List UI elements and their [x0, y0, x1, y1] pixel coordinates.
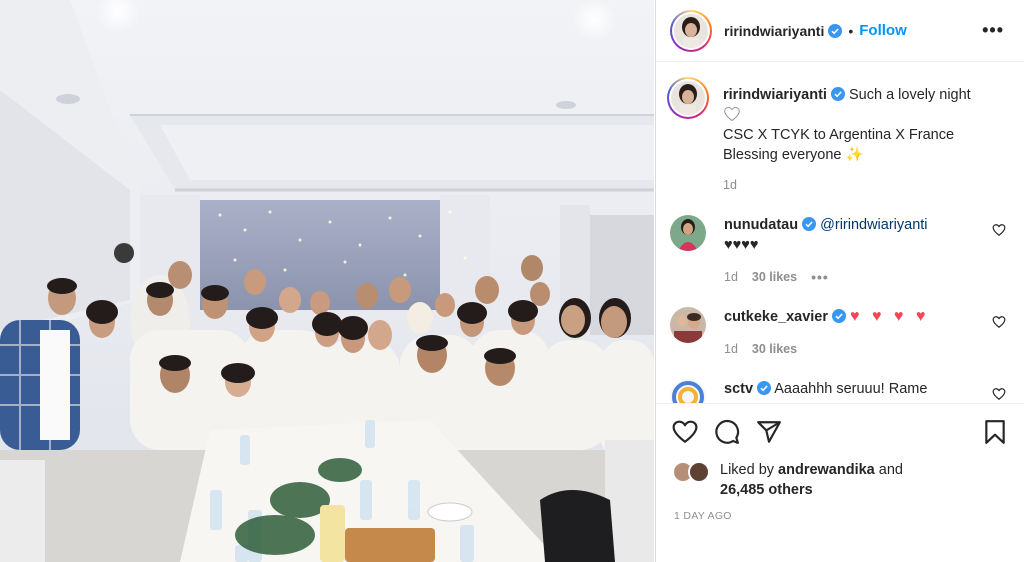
comment-like-heart-icon[interactable] [992, 315, 1006, 329]
verified-badge-icon [757, 381, 772, 395]
caption-avatar [671, 81, 705, 115]
group-photo-image [0, 0, 654, 562]
comment-like-heart-icon[interactable] [992, 223, 1006, 237]
verified-badge-icon [832, 309, 846, 323]
separator-dot: • [848, 22, 854, 39]
comment-more-icon[interactable]: ••• [811, 267, 829, 287]
comment-likes[interactable]: 30 likes [752, 339, 797, 359]
action-bar [656, 403, 1024, 459]
author-avatar [674, 13, 708, 48]
comment-username[interactable]: nunudatau [724, 217, 798, 233]
liked-by: Liked by andrewandika and 26,485 others [672, 460, 1008, 500]
heart-icon[interactable] [672, 419, 698, 445]
caption: ririndwiariyanti Such a lovely night CSC… [667, 77, 1010, 195]
liker-avatar [688, 461, 710, 483]
caption-avatar-ring[interactable] [667, 77, 709, 119]
comment-item: sctv Aaaahhh seruuu! Rame [670, 379, 1010, 403]
more-options-icon[interactable]: ••• [976, 20, 1010, 41]
liked-by-others[interactable]: 26,485 others [720, 482, 813, 498]
comment-mention[interactable]: @ririndwiariyanti [820, 217, 927, 233]
caption-line2: CSC X TCYK to Argentina X France [723, 127, 955, 143]
commenter-avatar[interactable] [670, 215, 706, 251]
comment-text: ♥ ♥ ♥ ♥ [850, 308, 930, 325]
comments-list[interactable]: ririndwiariyanti Such a lovely night CSC… [656, 63, 1024, 403]
share-icon[interactable] [756, 419, 782, 445]
comment-username[interactable]: cutkeke_xavier [724, 309, 828, 325]
caption-line3: Blessing everyone ✨ [723, 147, 864, 163]
comment-item: cutkeke_xavier ♥ ♥ ♥ ♥ 1d 30 likes [670, 307, 1010, 359]
comment-like-heart-icon[interactable] [992, 387, 1006, 401]
follow-button[interactable]: Follow [859, 22, 907, 39]
liked-by-user[interactable]: andrewandika [778, 462, 875, 478]
white-heart-emoji-icon [724, 106, 740, 122]
verified-badge-icon [802, 217, 817, 231]
comment-time[interactable]: 1d [724, 339, 738, 359]
author-username[interactable]: ririndwiariyanti [724, 23, 824, 39]
liked-by-suffix: and [874, 462, 903, 478]
post-photo[interactable] [0, 0, 654, 562]
comment-likes[interactable]: 30 likes [752, 267, 797, 287]
post-date[interactable]: 1 DAY AGO [674, 510, 732, 522]
caption-time[interactable]: 1d [723, 175, 737, 195]
liked-by-prefix: Liked by [720, 462, 779, 478]
caption-line1: Such a lovely night [848, 87, 971, 103]
comment-icon[interactable] [714, 419, 740, 445]
post-side-panel: ririndwiariyanti • Follow ••• ririndwiar… [655, 0, 1024, 562]
likers-avatars[interactable] [672, 461, 712, 485]
verified-badge-icon [828, 23, 843, 38]
post-header: ririndwiariyanti • Follow ••• [656, 0, 1024, 62]
comment-time[interactable]: 1d [724, 267, 738, 287]
caption-username[interactable]: ririndwiariyanti [723, 87, 827, 103]
comment-username[interactable]: sctv [724, 381, 753, 397]
comment-text: ♥♥♥♥ [724, 237, 759, 253]
comment-item: nunudatau @ririndwiariyanti ♥♥♥♥ 1d 30 l… [670, 215, 1010, 287]
commenter-avatar[interactable] [670, 379, 706, 403]
comment-text: Aaaahhh seruuu! Rame [774, 381, 928, 397]
verified-badge-icon [830, 87, 845, 101]
commenter-avatar[interactable] [670, 307, 706, 343]
author-avatar-ring[interactable] [670, 9, 712, 52]
bookmark-icon[interactable] [982, 419, 1008, 445]
